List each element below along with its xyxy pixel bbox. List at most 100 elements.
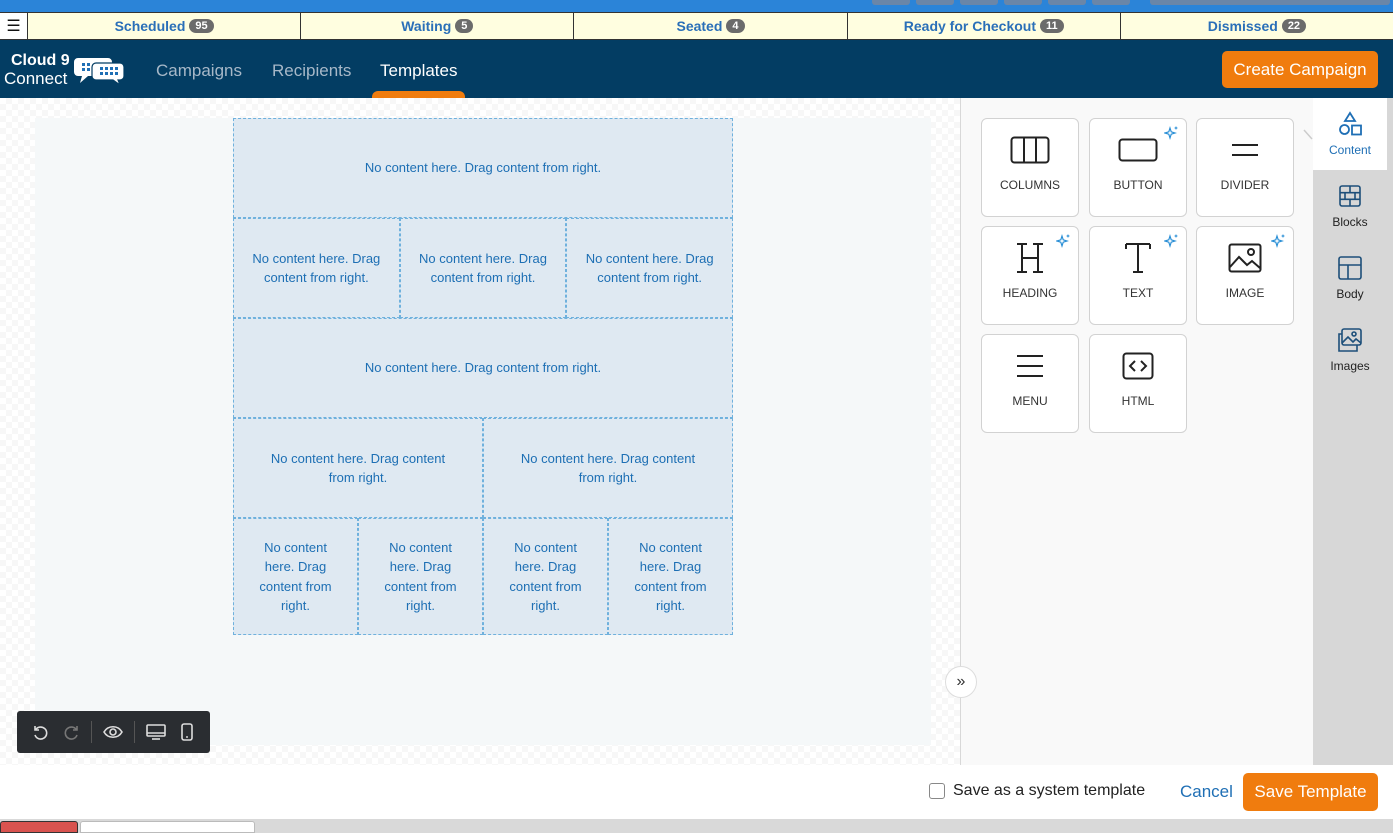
side-tab-label: Content xyxy=(1328,143,1372,157)
empty-drop-cell[interactable]: No content here. Drag content from right… xyxy=(566,218,733,318)
chat-bubbles-icon xyxy=(74,58,125,86)
redo-icon[interactable] xyxy=(60,720,84,744)
empty-drop-cell[interactable]: No content here. Drag content from right… xyxy=(483,518,608,635)
html-icon xyxy=(1118,346,1158,386)
status-tab-scheduled[interactable]: Scheduled 95 xyxy=(28,13,302,39)
canvas-toolbar xyxy=(17,711,210,753)
empty-drop-cell[interactable]: No content here. Drag content from right… xyxy=(483,418,733,518)
status-tab-label: Scheduled xyxy=(114,18,186,34)
nav-tab-templates[interactable]: Templates xyxy=(380,61,457,81)
side-tab-label: Blocks xyxy=(1332,215,1368,229)
double-chevron-right-icon: » xyxy=(956,673,966,690)
menu-icon xyxy=(1010,346,1050,386)
tool-label: HTML xyxy=(1121,394,1155,408)
mobile-icon[interactable] xyxy=(175,720,199,744)
hamburger-icon[interactable]: ☰ xyxy=(0,13,28,39)
logo[interactable]: Cloud 9 Connect xyxy=(4,52,132,88)
ai-sparkle-icon xyxy=(1164,126,1178,140)
ai-sparkle-icon xyxy=(1056,234,1070,248)
tool-label: DIVIDER xyxy=(1220,178,1270,192)
nav-tab-campaigns[interactable]: Campaigns xyxy=(156,61,242,81)
status-tab-ready-for-checkout[interactable]: Ready for Checkout 11 xyxy=(848,13,1121,39)
status-tab-label: Ready for Checkout xyxy=(903,18,1037,34)
nav-tab-recipients[interactable]: Recipients xyxy=(272,61,351,81)
image-icon xyxy=(1225,238,1265,278)
count-badge: 95 xyxy=(189,19,214,33)
collapse-panel-button[interactable]: » xyxy=(945,666,977,698)
layout-icon xyxy=(1338,256,1362,280)
tool-button[interactable]: BUTTON xyxy=(1089,118,1187,217)
status-tab-label: Dismissed xyxy=(1207,18,1278,34)
empty-drop-cell[interactable]: No content here. Drag content from right… xyxy=(233,518,358,635)
status-tab-label: Waiting xyxy=(401,18,452,34)
tool-label: COLUMNS xyxy=(999,178,1060,192)
system-template-checkbox[interactable] xyxy=(929,783,945,799)
ai-sparkle-icon xyxy=(1271,234,1285,248)
ai-sparkle-icon xyxy=(1164,234,1178,248)
logo-line1: Cloud 9 xyxy=(11,52,70,69)
empty-drop-cell[interactable]: No content here. Drag content from right… xyxy=(233,418,483,518)
strip-button[interactable] xyxy=(916,0,954,5)
count-badge: 4 xyxy=(726,19,745,33)
empty-drop-cell[interactable]: No content here. Drag content from right… xyxy=(358,518,483,635)
shapes-icon xyxy=(1339,111,1362,136)
undo-icon[interactable] xyxy=(28,720,52,744)
tool-html[interactable]: HTML xyxy=(1089,334,1187,433)
strip-button[interactable] xyxy=(1150,0,1390,5)
toolbar-separator xyxy=(91,721,92,743)
side-tab-label: Images xyxy=(1330,359,1370,373)
strip-button[interactable] xyxy=(960,0,998,5)
preview-eye-icon[interactable] xyxy=(101,720,125,744)
tool-image[interactable]: IMAGE xyxy=(1196,226,1294,325)
tool-label: IMAGE xyxy=(1225,286,1265,300)
taskbar-tab[interactable] xyxy=(80,821,255,833)
system-template-label: Save as a system template xyxy=(953,782,1146,799)
tool-menu[interactable]: MENU xyxy=(981,334,1079,433)
create-campaign-button[interactable]: Create Campaign xyxy=(1222,51,1378,88)
empty-drop-cell[interactable]: No content here. Drag content from right… xyxy=(233,118,733,218)
side-tab-content[interactable]: Content xyxy=(1313,98,1387,170)
save-template-button[interactable]: Save Template xyxy=(1243,773,1378,811)
status-bar: ☰ Scheduled 95 Waiting 5 Seated 4 Ready for… xyxy=(0,12,1393,40)
tool-label: BUTTON xyxy=(1113,178,1163,192)
divider-icon xyxy=(1225,130,1265,170)
strip-button[interactable] xyxy=(1048,0,1086,5)
side-tab-blocks[interactable]: Blocks xyxy=(1313,170,1387,242)
side-tab-body[interactable]: Body xyxy=(1313,242,1387,314)
count-badge: 5 xyxy=(455,19,474,33)
strip-button[interactable] xyxy=(1004,0,1042,5)
cancel-link[interactable]: Cancel xyxy=(1180,782,1233,802)
tool-heading[interactable]: HEADING xyxy=(981,226,1079,325)
count-badge: 11 xyxy=(1040,19,1064,33)
empty-drop-cell[interactable]: No content here. Drag content from right… xyxy=(233,218,400,318)
strip-button[interactable] xyxy=(1092,0,1130,5)
tool-label: HEADING xyxy=(1002,286,1058,300)
tool-label: MENU xyxy=(1012,394,1048,408)
tool-divider[interactable]: DIVIDER xyxy=(1196,118,1294,217)
logo-line2: Connect xyxy=(4,69,68,88)
taskbar-tab[interactable] xyxy=(0,821,78,833)
top-strip xyxy=(0,0,1393,12)
heading-icon xyxy=(1010,238,1050,278)
text-icon xyxy=(1118,238,1158,278)
desktop-icon[interactable] xyxy=(144,720,168,744)
tool-label: TEXT xyxy=(1122,286,1154,300)
strip-button[interactable] xyxy=(872,0,910,5)
columns-icon xyxy=(1010,130,1050,170)
empty-drop-cell[interactable]: No content here. Drag content from right… xyxy=(233,318,733,418)
count-badge: 22 xyxy=(1281,19,1307,33)
tool-text[interactable]: TEXT xyxy=(1089,226,1187,325)
empty-drop-cell[interactable]: No content here. Drag content from right… xyxy=(608,518,733,635)
side-tabs: Content Blocks Body Images xyxy=(1313,98,1393,765)
status-tab-seated[interactable]: Seated 4 xyxy=(574,13,848,39)
button-icon xyxy=(1118,130,1158,170)
empty-drop-cell[interactable]: No content here. Drag content from right… xyxy=(399,218,567,318)
images-icon xyxy=(1338,328,1362,352)
side-tab-label: Body xyxy=(1336,287,1364,301)
status-tab-dismissed[interactable]: Dismissed 22 xyxy=(1121,13,1393,39)
status-tab-waiting[interactable]: Waiting 5 xyxy=(301,13,575,39)
status-tab-label: Seated xyxy=(676,18,723,34)
active-tab-indicator xyxy=(372,91,465,98)
side-tab-images[interactable]: Images xyxy=(1313,314,1387,386)
tool-columns[interactable]: COLUMNS xyxy=(981,118,1079,217)
